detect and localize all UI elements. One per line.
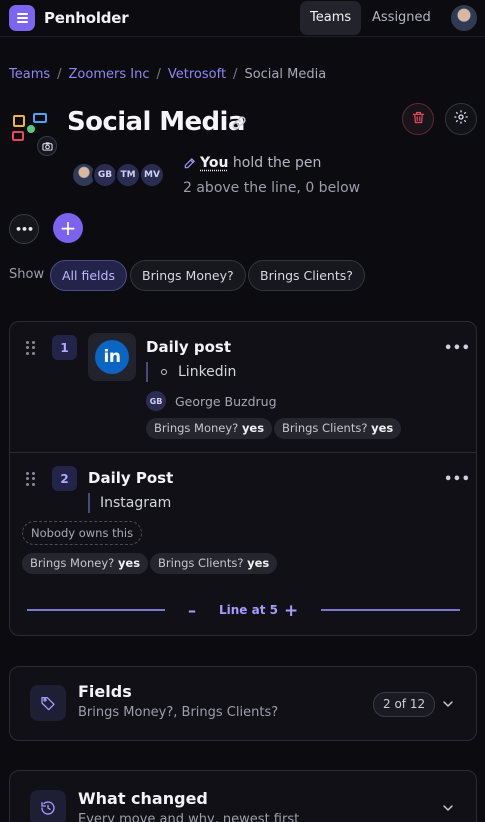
member-avatar[interactable]: MV xyxy=(139,162,165,188)
app-brand[interactable]: Penholder xyxy=(44,9,128,27)
top-bar: Penholder Teams Assigned xyxy=(0,0,485,37)
task-channel: Instagram xyxy=(100,495,171,511)
history-title: What changed xyxy=(78,789,208,808)
camera-icon[interactable] xyxy=(37,136,57,156)
nav-tab-assigned[interactable]: Assigned xyxy=(362,1,441,35)
bullet-icon xyxy=(161,369,167,375)
filter-brings-money[interactable]: Brings Money? xyxy=(130,260,246,291)
trash-icon xyxy=(411,110,426,129)
drag-handle-icon[interactable] xyxy=(26,341,36,355)
line-label: Line at 5 xyxy=(219,603,278,617)
pen-holder-label: hold the pen xyxy=(233,155,321,171)
fields-count-badge: 2 of 12 xyxy=(373,692,435,717)
breadcrumb: Teams / Zoomers Inc / Vetrosoft / Social Media xyxy=(9,67,326,82)
breadcrumb-separator: / xyxy=(233,67,237,82)
field-tag: Brings Money? yes xyxy=(22,553,148,574)
tag-icon xyxy=(30,685,66,721)
field-tag: Brings Clients? yes xyxy=(274,418,401,439)
no-owner-badge[interactable]: Nobody owns this xyxy=(22,521,142,545)
fields-subtitle: Brings Money?, Brings Clients? xyxy=(78,705,278,720)
pen-holder-you[interactable]: You xyxy=(200,155,228,171)
history-panel[interactable]: What changed Every move and why, newest … xyxy=(9,770,477,822)
history-subtitle: Every move and why, newest first xyxy=(78,812,299,822)
chevron-down-icon[interactable] xyxy=(440,800,456,820)
user-avatar[interactable] xyxy=(451,5,477,31)
task-menu-button[interactable]: ••• xyxy=(444,472,470,487)
breadcrumb-separator: / xyxy=(57,67,61,82)
task-channel: Linkedin xyxy=(178,364,236,380)
filter-all-fields[interactable]: All fields xyxy=(50,260,127,291)
pen-icon xyxy=(183,155,197,174)
line-increase-button[interactable]: + xyxy=(284,601,298,621)
fields-title: Fields xyxy=(78,682,132,701)
breadcrumb-current: Social Media xyxy=(244,67,326,82)
breadcrumb-separator: / xyxy=(156,67,160,82)
settings-button[interactable] xyxy=(445,103,477,135)
pen-holder-text: You hold the pen xyxy=(200,155,321,171)
line-decrease-button[interactable]: – xyxy=(188,601,196,620)
task-index: 2 xyxy=(52,466,77,491)
task-list xyxy=(9,321,477,636)
breadcrumb-org[interactable]: Zoomers Inc xyxy=(69,67,150,82)
add-task-button[interactable]: + xyxy=(53,213,83,243)
member-avatar[interactable]: TM xyxy=(115,162,141,188)
task-title[interactable]: Daily post xyxy=(146,338,231,356)
page-title: Social Media xyxy=(67,107,245,137)
breadcrumb-teams[interactable]: Teams xyxy=(9,67,50,82)
owner-avatar[interactable]: GB xyxy=(146,391,166,411)
gear-icon xyxy=(453,109,469,129)
task-divider xyxy=(10,452,476,453)
channel-bar xyxy=(146,362,148,382)
linkedin-icon: in xyxy=(88,333,136,381)
menu-logo-icon[interactable] xyxy=(9,5,35,31)
line-rule-left xyxy=(27,609,165,611)
chevron-down-icon[interactable] xyxy=(440,696,456,716)
field-tag: Brings Money? yes xyxy=(146,418,272,439)
line-summary: 2 above the line, 0 below xyxy=(183,180,360,196)
task-menu-button[interactable]: ••• xyxy=(444,341,470,356)
line-rule-right xyxy=(321,609,460,611)
link-icon[interactable] xyxy=(230,114,248,136)
history-icon xyxy=(30,790,66,822)
filter-brings-clients[interactable]: Brings Clients? xyxy=(248,260,365,291)
breadcrumb-project[interactable]: Vetrosoft xyxy=(168,67,226,82)
drag-handle-icon[interactable] xyxy=(26,472,36,486)
task-title[interactable]: Daily Post xyxy=(88,469,173,487)
fields-panel[interactable]: Fields Brings Money?, Brings Clients? 2 … xyxy=(9,666,477,741)
show-label: Show xyxy=(9,267,44,282)
delete-button[interactable] xyxy=(402,103,434,135)
more-options-button[interactable]: ••• xyxy=(9,214,39,244)
nav-tab-teams[interactable]: Teams xyxy=(300,1,361,35)
owner-name: George Buzdrug xyxy=(175,394,277,409)
channel-bar xyxy=(88,493,90,513)
field-tag: Brings Clients? yes xyxy=(150,553,277,574)
task-index: 1 xyxy=(52,335,77,360)
